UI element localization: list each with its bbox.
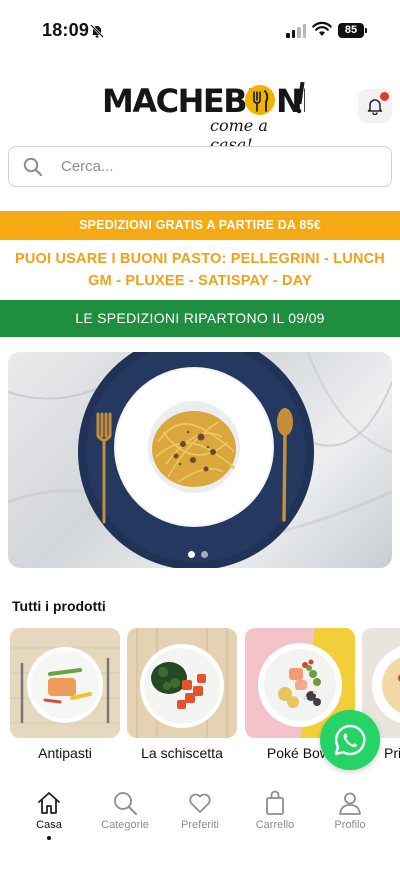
search-input[interactable] [61,147,361,186]
tab-preferiti[interactable]: Preferiti [162,790,238,831]
brand-logo[interactable]: MACHEBU NI come a casa! [100,78,313,154]
bottom-tab-bar: Casa Categorie Preferiti Carrello Profil… [0,780,400,870]
wifi-icon [312,21,332,36]
category-label: La schiscetta [141,745,223,761]
carousel-dot[interactable] [201,551,208,558]
tab-label: Casa [36,819,62,831]
search-icon [23,157,43,177]
silent-bell-icon [90,24,104,38]
shipping-restart-banner: LE SPEDIZIONI RIPARTONO IL 09/09 [0,300,400,337]
battery-indicator: 85 [338,23,367,38]
carousel-pagination[interactable] [188,551,208,558]
search-icon [114,792,137,815]
notifications-button[interactable] [358,89,392,123]
user-icon [339,792,361,815]
status-bar: 18:09 85 [0,0,400,60]
notification-badge [380,92,389,101]
whatsapp-button[interactable] [320,710,380,770]
antipasti-image [10,628,120,738]
category-label: Antipasti [38,745,92,761]
schiscetta-image [127,628,237,738]
cellular-signal-icon [286,24,306,38]
hero-carousel[interactable] [8,352,392,568]
tab-carrello[interactable]: Carrello [237,790,313,831]
active-tab-indicator [47,836,51,840]
free-shipping-banner: SPEDIZIONI GRATIS A PARTIRE DA 85€ [0,211,400,240]
carousel-dot[interactable] [188,551,195,558]
pasta-dish-image [8,352,392,568]
tab-label: Carrello [255,819,295,831]
meal-vouchers-banner: PUOI USARE I BUONI PASTO: PELLEGRINI - L… [15,251,385,289]
home-icon [38,792,60,814]
tab-casa[interactable]: Casa [11,790,87,840]
whatsapp-icon [334,724,366,756]
tab-profilo[interactable]: Profilo [312,790,388,831]
bag-icon [266,790,284,815]
heart-icon [189,793,211,813]
tab-label: Preferiti [181,819,219,831]
category-card-antipasti[interactable]: Antipasti [10,628,120,761]
tab-label: Profilo [334,819,366,831]
tab-categorie[interactable]: Categorie [87,790,163,831]
section-title: Tutti i prodotti [12,598,106,614]
search-bar[interactable] [8,146,392,187]
tab-label: Categorie [101,819,149,831]
status-time: 18:09 [42,20,90,40]
category-card-schiscetta[interactable]: La schiscetta [127,628,237,761]
